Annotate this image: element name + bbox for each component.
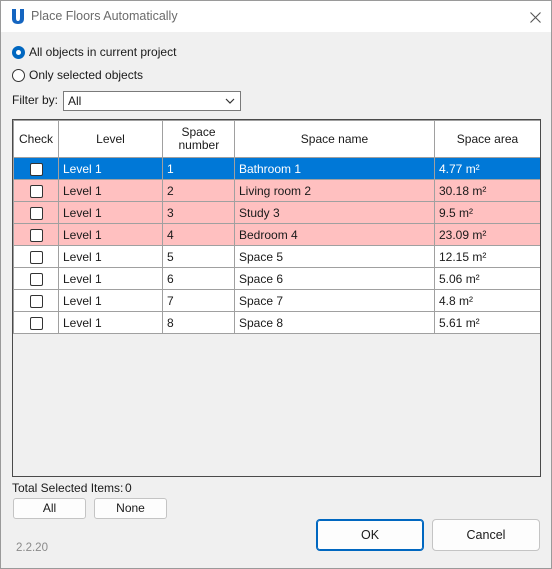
filter-value: All bbox=[68, 94, 82, 108]
column-header-space-number[interactable]: Space number bbox=[162, 120, 235, 158]
scope-all-label: All objects in current project bbox=[29, 45, 177, 59]
row-space-name: Space 8 bbox=[234, 311, 435, 334]
row-check-cell[interactable] bbox=[13, 223, 59, 246]
row-space-number: 4 bbox=[162, 223, 235, 246]
spaces-grid[interactable]: Check Level Space number Space name Spac… bbox=[12, 119, 541, 477]
table-row[interactable]: Level 1 8 Space 8 5.61 m² bbox=[13, 311, 540, 334]
place-floors-dialog: Place Floors Automatically All objects i… bbox=[0, 0, 552, 569]
total-selected-label: Total Selected Items: bbox=[12, 481, 124, 495]
row-space-name: Study 3 bbox=[234, 201, 435, 224]
scope-all-radio[interactable]: All objects in current project bbox=[12, 44, 176, 60]
row-space-area: 30.18 m² bbox=[434, 179, 540, 202]
ok-button[interactable]: OK bbox=[316, 519, 424, 551]
radio-indicator[interactable] bbox=[12, 68, 25, 82]
row-level: Level 1 bbox=[58, 179, 163, 202]
row-checkbox[interactable] bbox=[29, 184, 43, 198]
row-check-cell[interactable] bbox=[13, 245, 59, 268]
row-check-cell[interactable] bbox=[13, 267, 59, 290]
row-space-name: Living room 2 bbox=[234, 179, 435, 202]
row-space-name: Space 5 bbox=[234, 245, 435, 268]
row-check-cell[interactable] bbox=[13, 311, 59, 334]
row-checkbox[interactable] bbox=[29, 228, 43, 242]
title-bar: Place Floors Automatically bbox=[1, 1, 551, 32]
app-u-logo-icon bbox=[12, 9, 24, 24]
row-space-number: 8 bbox=[162, 311, 235, 334]
cancel-button[interactable]: Cancel bbox=[432, 519, 540, 551]
select-all-button[interactable]: All bbox=[13, 498, 86, 519]
close-button[interactable] bbox=[521, 5, 549, 29]
table-row[interactable]: Level 1 3 Study 3 9.5 m² bbox=[13, 201, 540, 224]
row-space-number: 2 bbox=[162, 179, 235, 202]
row-space-name: Bedroom 4 bbox=[234, 223, 435, 246]
space-number-header-text: Space number bbox=[178, 125, 220, 152]
table-row[interactable]: Level 1 1 Bathroom 1 4.77 m² bbox=[13, 157, 540, 180]
row-space-area: 4.8 m² bbox=[434, 289, 540, 312]
close-icon bbox=[529, 11, 541, 23]
row-space-name: Bathroom 1 bbox=[234, 157, 435, 180]
scope-selected-label: Only selected objects bbox=[29, 68, 144, 82]
row-space-name: Space 6 bbox=[234, 267, 435, 290]
filter-dropdown[interactable]: All bbox=[63, 91, 241, 111]
row-level: Level 1 bbox=[58, 157, 163, 180]
table-row[interactable]: Level 1 4 Bedroom 4 23.09 m² bbox=[13, 223, 540, 246]
column-header-space-area[interactable]: Space area bbox=[434, 120, 540, 158]
row-space-number: 6 bbox=[162, 267, 235, 290]
row-space-area: 9.5 m² bbox=[434, 201, 540, 224]
row-space-number: 7 bbox=[162, 289, 235, 312]
row-space-area: 5.61 m² bbox=[434, 311, 540, 334]
row-checkbox[interactable] bbox=[29, 250, 43, 264]
row-space-area: 12.15 m² bbox=[434, 245, 540, 268]
row-checkbox[interactable] bbox=[29, 294, 43, 308]
row-level: Level 1 bbox=[58, 289, 163, 312]
row-space-number: 1 bbox=[162, 157, 235, 180]
select-none-button[interactable]: None bbox=[94, 498, 167, 519]
column-header-level[interactable]: Level bbox=[58, 120, 163, 158]
row-checkbox[interactable] bbox=[29, 162, 43, 176]
table-row[interactable]: Level 1 5 Space 5 12.15 m² bbox=[13, 245, 540, 268]
row-level: Level 1 bbox=[58, 201, 163, 224]
table-row[interactable]: Level 1 2 Living room 2 30.18 m² bbox=[13, 179, 540, 202]
scope-selected-radio[interactable]: Only selected objects bbox=[12, 67, 143, 83]
spaces-table: Check Level Space number Space name Spac… bbox=[13, 120, 540, 334]
row-checkbox[interactable] bbox=[29, 272, 43, 286]
chevron-down-icon bbox=[225, 98, 235, 104]
column-header-check[interactable]: Check bbox=[13, 120, 59, 158]
row-check-cell[interactable] bbox=[13, 289, 59, 312]
row-level: Level 1 bbox=[58, 245, 163, 268]
row-check-cell[interactable] bbox=[13, 201, 59, 224]
row-space-number: 3 bbox=[162, 201, 235, 224]
radio-indicator-checked[interactable] bbox=[12, 45, 25, 59]
row-space-area: 5.06 m² bbox=[434, 267, 540, 290]
row-space-area: 4.77 m² bbox=[434, 157, 540, 180]
row-space-number: 5 bbox=[162, 245, 235, 268]
version-label: 2.2.20 bbox=[16, 542, 48, 554]
row-level: Level 1 bbox=[58, 311, 163, 334]
filter-label: Filter by: bbox=[12, 93, 59, 107]
row-space-name: Space 7 bbox=[234, 289, 435, 312]
total-selected-count: 0 bbox=[125, 481, 132, 495]
row-level: Level 1 bbox=[58, 267, 163, 290]
row-check-cell[interactable] bbox=[13, 179, 59, 202]
column-header-space-name[interactable]: Space name bbox=[234, 120, 435, 158]
table-row[interactable]: Level 1 7 Space 7 4.8 m² bbox=[13, 289, 540, 312]
row-level: Level 1 bbox=[58, 223, 163, 246]
row-checkbox[interactable] bbox=[29, 206, 43, 220]
row-check-cell[interactable] bbox=[13, 157, 59, 180]
window-title: Place Floors Automatically bbox=[31, 9, 178, 23]
table-header-row: Check Level Space number Space name Spac… bbox=[13, 120, 540, 158]
row-space-area: 23.09 m² bbox=[434, 223, 540, 246]
row-checkbox[interactable] bbox=[29, 316, 43, 330]
table-row[interactable]: Level 1 6 Space 6 5.06 m² bbox=[13, 267, 540, 290]
